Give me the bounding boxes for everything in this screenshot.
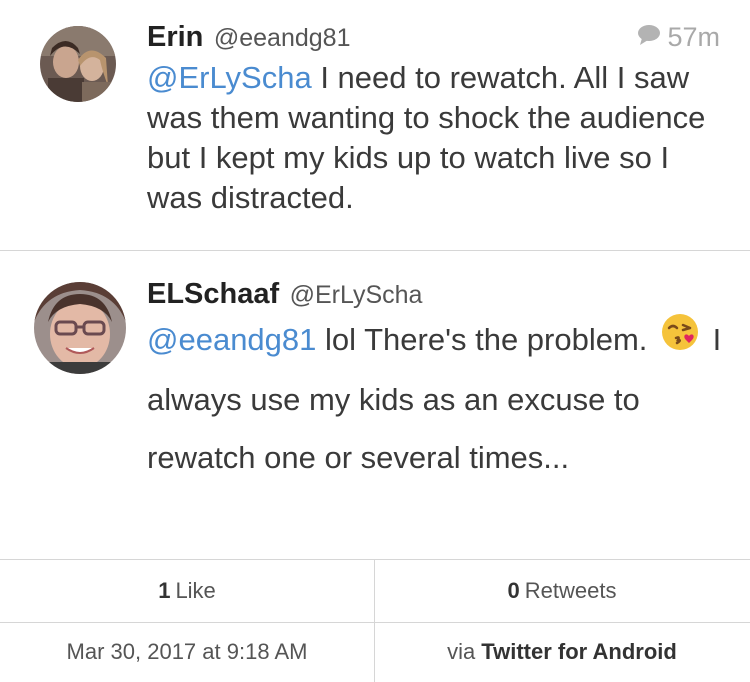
avatar[interactable] [34, 282, 126, 374]
user-handle[interactable]: @eeandg81 [214, 24, 351, 52]
likes-label: Like [175, 578, 216, 603]
reply-time: 57m [637, 22, 720, 53]
likes-stat[interactable]: 1 Like [0, 560, 375, 622]
tweet-timestamp: Mar 30, 2017 at 9:18 AM [0, 622, 375, 682]
tweet-item[interactable]: ELSchaaf @ErLyScha @eeandg81 lol There's… [0, 251, 750, 558]
avatar[interactable] [40, 26, 116, 102]
retweets-stat[interactable]: 0 Retweets [375, 560, 749, 622]
retweets-count: 0 [507, 578, 520, 603]
speech-bubble-icon [637, 22, 661, 53]
tweet-text: @eeandg81 lol There's the problem. I alw… [147, 311, 726, 487]
tweet-source: via Twitter for Android [375, 622, 749, 682]
tweet-text-content: lol There's the problem. [316, 322, 648, 357]
display-name[interactable]: Erin [147, 21, 203, 53]
tweet-text: @ErLyScha I need to rewatch. All I saw w… [147, 58, 726, 218]
display-name[interactable]: ELSchaaf [147, 278, 279, 310]
face-blowing-a-kiss-emoji-icon [660, 312, 700, 371]
client-name[interactable]: Twitter for Android [481, 639, 677, 665]
tweet-item[interactable]: Erin @eeandg81 57m @ErLyScha I need to r… [0, 0, 750, 250]
mention-link[interactable]: @ErLyScha [147, 60, 312, 95]
tweet-header: Erin @eeandg81 [147, 21, 350, 54]
tweet-header: ELSchaaf @ErLyScha [147, 278, 422, 311]
mention-link[interactable]: @eeandg81 [147, 322, 316, 357]
tweet-footer: Mar 30, 2017 at 9:18 AM via Twitter for … [0, 622, 750, 682]
user-handle[interactable]: @ErLyScha [290, 281, 423, 309]
time-ago: 57m [667, 22, 720, 52]
retweets-label: Retweets [524, 578, 617, 603]
via-label: via [447, 639, 476, 664]
timestamp-text: Mar 30, 2017 at 9:18 AM [66, 639, 308, 664]
engagement-stats: 1 Like 0 Retweets [0, 559, 750, 623]
likes-count: 1 [158, 578, 171, 603]
